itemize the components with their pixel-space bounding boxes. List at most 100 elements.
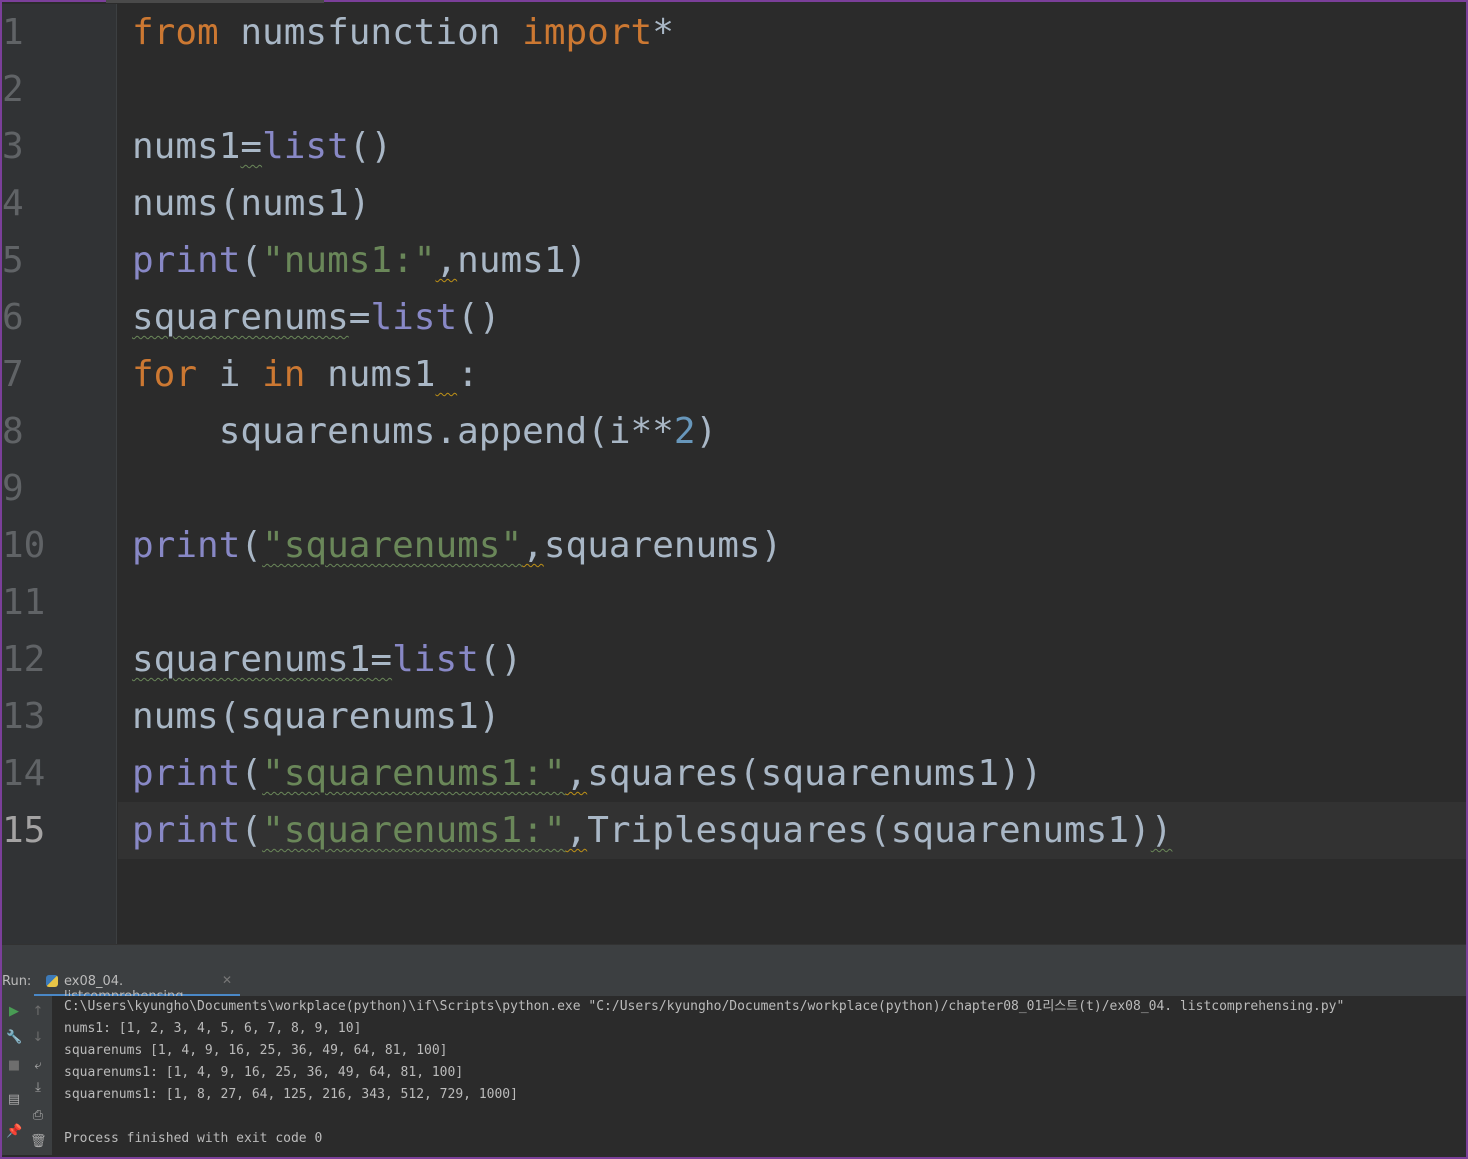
code-token: list bbox=[370, 297, 458, 338]
code-text: squarenums=list() bbox=[132, 289, 501, 346]
code-token: , bbox=[522, 525, 544, 566]
code-text: nums1=list() bbox=[132, 118, 392, 175]
code-token: print bbox=[132, 753, 241, 794]
line-number: 8 bbox=[2, 411, 24, 452]
code-text: nums(squarenums1) bbox=[132, 688, 500, 745]
code-token: "squarenums1:" bbox=[262, 753, 566, 794]
close-icon[interactable]: ✕ bbox=[222, 973, 232, 987]
code-token: ( bbox=[240, 753, 263, 794]
line-number: 12 bbox=[2, 639, 46, 680]
code-token: numsfunction bbox=[218, 12, 523, 53]
line-number: 2 bbox=[2, 69, 24, 110]
code-token: nums(squarenums1) bbox=[132, 696, 501, 737]
wrench-icon[interactable]: 🔧 bbox=[6, 1030, 22, 1046]
code-token: () bbox=[478, 639, 523, 680]
pin-icon[interactable]: 📌 bbox=[6, 1124, 22, 1140]
code-token: "nums1:" bbox=[262, 240, 436, 281]
code-line[interactable]: 14 print("squarenums1:",squares(squarenum… bbox=[2, 745, 1466, 802]
code-token: = bbox=[348, 297, 371, 338]
run-tab[interactable]: ex08_04. listcomprehensing ✕ bbox=[34, 968, 240, 1004]
console-line: squarenums1: [1, 8, 27, 64, 125, 216, 34… bbox=[64, 1087, 518, 1102]
line-number: 6 bbox=[2, 297, 24, 338]
line-number: 9 bbox=[2, 468, 24, 509]
code-text: print("squarenums1:",Triplesquares(squar… bbox=[132, 802, 1172, 859]
code-token: = bbox=[370, 639, 393, 680]
code-token: = bbox=[240, 126, 263, 167]
code-token: ( bbox=[240, 240, 263, 281]
code-line[interactable]: 2 bbox=[2, 61, 1466, 118]
line-number: 3 bbox=[2, 126, 24, 167]
run-label: Run: bbox=[2, 974, 32, 989]
code-line[interactable]: 13 nums(squarenums1) bbox=[2, 688, 1466, 745]
line-number: 13 bbox=[2, 696, 46, 737]
code-line[interactable]: 5 print("nums1:",nums1) bbox=[2, 232, 1466, 289]
code-line[interactable]: 7 for i in nums1 : bbox=[2, 346, 1466, 403]
code-line[interactable]: 11 bbox=[2, 574, 1466, 631]
run-icon[interactable]: ▶ bbox=[6, 1004, 22, 1020]
panel-splitter[interactable] bbox=[2, 944, 1466, 969]
code-token: import bbox=[522, 12, 653, 53]
stop-icon[interactable]: ■ bbox=[6, 1058, 22, 1074]
code-token: in bbox=[262, 354, 306, 395]
code-token: () bbox=[457, 297, 501, 338]
code-token: from bbox=[132, 12, 219, 53]
code-line[interactable]: 3 nums1=list() bbox=[2, 118, 1466, 175]
line-number: 5 bbox=[2, 240, 24, 281]
code-line[interactable]: 9 bbox=[2, 460, 1466, 517]
print-icon[interactable]: ⎙ bbox=[30, 1108, 46, 1124]
line-number: 1 bbox=[2, 12, 24, 53]
code-token: ) bbox=[695, 411, 718, 452]
layout-icon[interactable]: ▤ bbox=[6, 1092, 22, 1108]
code-token: ( bbox=[240, 525, 263, 566]
line-number: 15 bbox=[2, 810, 46, 851]
code-token: squarenums.append(i** bbox=[132, 411, 674, 452]
down-arrow-icon[interactable]: ↓ bbox=[30, 1030, 46, 1046]
code-text: print("squarenums1:",squares(squarenums1… bbox=[132, 745, 1042, 802]
line-number: 14 bbox=[2, 753, 46, 794]
code-token: nums1) bbox=[457, 240, 588, 281]
code-line[interactable]: 10 print("squarenums",squarenums) bbox=[2, 517, 1466, 574]
code-editor[interactable]: 1 from numsfunction import* 2 3 nums1=list()… bbox=[2, 4, 1466, 944]
code-token: ( bbox=[240, 810, 263, 851]
trash-icon[interactable]: 🗑 bbox=[30, 1134, 47, 1150]
run-console-output[interactable]: C:\Users\kyungho\Documents\workplace(pyt… bbox=[52, 996, 1466, 1155]
code-token: "squarenums1:" bbox=[262, 810, 566, 851]
console-line: C:\Users\kyungho\Documents\workplace(pyt… bbox=[64, 999, 1345, 1014]
code-token: Triplesquares(squarenums1) bbox=[587, 810, 1151, 851]
code-line[interactable]: 4 nums(nums1) bbox=[2, 175, 1466, 232]
code-line[interactable]: 15 print("squarenums1:",Triplesquares(squ… bbox=[2, 802, 1466, 859]
run-tool-strip: ▶ ↑ 🔧 ↓ ■ ⤶ ▤ ⤓ 📌 ⎙ 🗑 bbox=[2, 996, 52, 1155]
code-text: nums(nums1) bbox=[132, 175, 370, 232]
console-line: squarenums1: [1, 4, 9, 16, 25, 36, 49, 6… bbox=[64, 1065, 464, 1080]
console-line: squarenums [1, 4, 9, 16, 25, 36, 49, 64,… bbox=[64, 1043, 448, 1058]
code-token: squarenums1 bbox=[132, 639, 371, 680]
code-text: squarenums.append(i**2) bbox=[132, 403, 718, 460]
code-line[interactable]: 1 from numsfunction import* bbox=[2, 4, 1466, 61]
code-token: : bbox=[457, 354, 479, 395]
run-toolbar: Run: ex08_04. listcomprehensing ✕ bbox=[2, 968, 1466, 1004]
code-token: ) bbox=[1150, 810, 1173, 851]
code-token: print bbox=[132, 525, 241, 566]
code-token: nums1 bbox=[132, 126, 241, 167]
scroll-end-icon[interactable]: ⤓ bbox=[30, 1080, 46, 1096]
code-line[interactable]: 12 squarenums1=list() bbox=[2, 631, 1466, 688]
code-text: from numsfunction import* bbox=[132, 4, 674, 61]
code-line[interactable]: 6 squarenums=list() bbox=[2, 289, 1466, 346]
code-token: print bbox=[132, 810, 241, 851]
code-line[interactable]: 8 squarenums.append(i**2) bbox=[2, 403, 1466, 460]
code-text: print("nums1:",nums1) bbox=[132, 232, 587, 289]
code-text: squarenums1=list() bbox=[132, 631, 522, 688]
code-area[interactable]: 1 from numsfunction import* 2 3 nums1=list()… bbox=[2, 4, 1466, 944]
code-token: squarenums) bbox=[543, 525, 783, 566]
line-number: 11 bbox=[2, 582, 46, 623]
code-text: print("squarenums",squarenums) bbox=[132, 517, 782, 574]
code-token: , bbox=[565, 753, 588, 794]
code-token: squarenums bbox=[132, 297, 349, 338]
line-number: 10 bbox=[2, 525, 46, 566]
soft-wrap-icon[interactable]: ⤶ bbox=[30, 1058, 46, 1074]
up-arrow-icon[interactable]: ↑ bbox=[30, 1004, 46, 1020]
code-token: nums(nums1) bbox=[132, 183, 371, 224]
code-token: "squarenums" bbox=[262, 525, 523, 566]
code-token: list bbox=[262, 126, 349, 167]
